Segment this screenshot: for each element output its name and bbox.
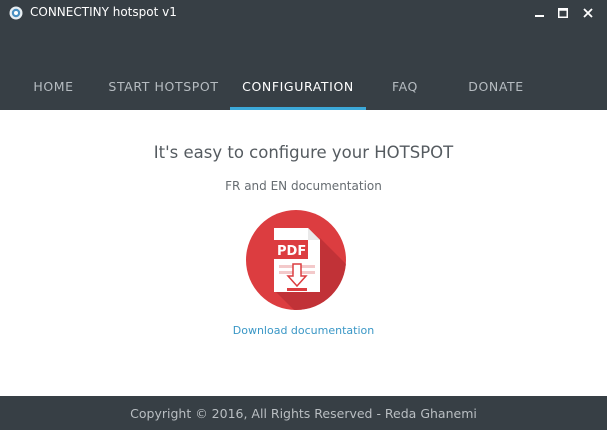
configuration-panel: It's easy to configure your HOTSPOT FR a… <box>0 110 607 396</box>
page-heading: It's easy to configure your HOTSPOT <box>153 143 454 162</box>
close-icon <box>583 8 593 18</box>
nav-donate[interactable]: DONATE <box>456 26 536 110</box>
minimize-icon <box>535 15 544 17</box>
window-title: CONNECTINY hotspot v1 <box>30 5 177 19</box>
title-bar[interactable]: CONNECTINY hotspot v1 <box>0 0 607 26</box>
main-nav: HOME START HOTSPOT CONFIGURATION FAQ DON… <box>0 26 607 110</box>
app-window: CONNECTINY hotspot v1 HOME START HOTSPOT… <box>0 0 607 430</box>
nav-configuration[interactable]: CONFIGURATION <box>230 26 366 110</box>
app-logo-icon <box>9 6 23 20</box>
nav-start-hotspot[interactable]: START HOTSPOT <box>100 26 227 110</box>
download-documentation-link[interactable]: Download documentation <box>0 324 607 337</box>
maximize-icon <box>558 8 568 18</box>
nav-home[interactable]: HOME <box>20 26 87 110</box>
page-subheading: FR and EN documentation <box>225 179 382 193</box>
pdf-download-icon[interactable]: PDF <box>246 210 346 310</box>
footer: Copyright © 2016, All Rights Reserved - … <box>0 396 607 430</box>
copyright-text: Copyright © 2016, All Rights Reserved - … <box>130 405 477 421</box>
minimize-button[interactable] <box>530 3 550 23</box>
pdf-label: PDF <box>277 244 306 259</box>
close-button[interactable] <box>578 3 598 23</box>
maximize-button[interactable] <box>553 3 573 23</box>
nav-faq[interactable]: FAQ <box>380 26 430 110</box>
